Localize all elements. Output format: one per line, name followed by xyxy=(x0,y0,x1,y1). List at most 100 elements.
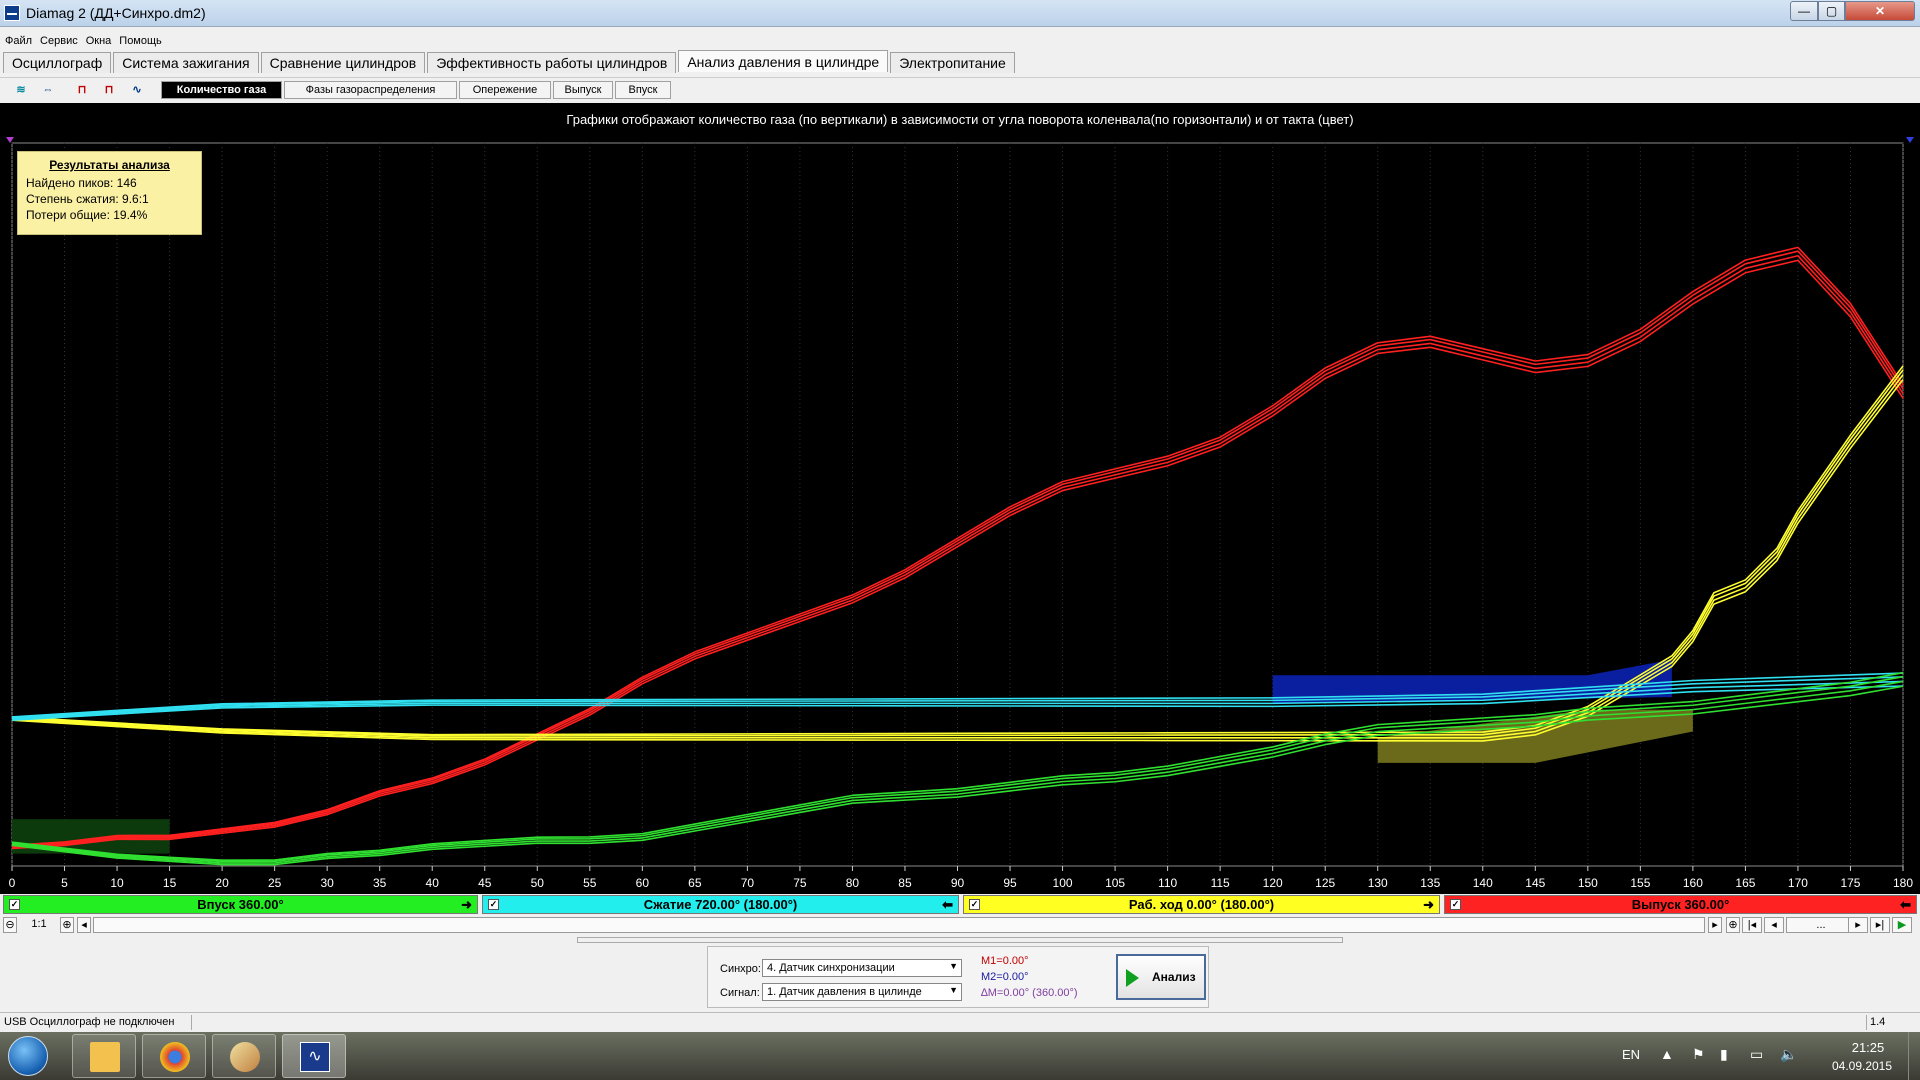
plot-area[interactable]: 0 5 10 15 20 25 30 35 40 45 50 55 60 65 70 75 80 85 90 95 10… xyxy=(0,103,1920,895)
phase-power-label: Раб. ход 0.00° (180.00°) xyxy=(1128,897,1275,912)
power-icon[interactable]: ▮ xyxy=(1720,1046,1728,1063)
subtab-valve-timing[interactable]: Фазы газораспределения xyxy=(284,81,457,99)
menu-service[interactable]: Сервис xyxy=(36,35,82,47)
arrow-left-icon[interactable]: ⬅ xyxy=(942,896,953,913)
horizontal-scrollbar[interactable] xyxy=(93,917,1705,933)
play-button[interactable]: ▶ xyxy=(1892,917,1912,933)
taskbar-chrome[interactable] xyxy=(142,1034,206,1078)
signal-select-value: 1. Датчик давления в цилинде xyxy=(767,986,922,998)
signal-select[interactable]: 1. Датчик давления в цилинде ▼ xyxy=(762,983,962,1001)
phase-compression[interactable]: ✓ Сжатие 720.00° (180.00°) ⬅ xyxy=(482,895,959,914)
tray-expand-icon[interactable]: ▲ xyxy=(1660,1046,1674,1062)
nav-next-button[interactable]: ▸ xyxy=(1848,917,1868,933)
subtab-gas-amount[interactable]: Количество газа xyxy=(161,81,282,99)
results-compression: Степень сжатия: 9.6:1 xyxy=(26,192,149,206)
x-tick-label: 160 xyxy=(1683,876,1703,890)
results-panel: Результаты анализа Найдено пиков: 146 Ст… xyxy=(17,151,202,235)
analyze-button[interactable]: Анализ xyxy=(1116,954,1206,1000)
minimize-button[interactable]: — xyxy=(1790,1,1818,21)
scroll-right-icon[interactable]: ▸ xyxy=(1708,917,1722,933)
results-peaks: Найдено пиков: 146 xyxy=(26,176,137,190)
zoom-in-icon[interactable]: ⊕ xyxy=(1726,917,1740,933)
gas-amount-chart[interactable]: 0 5 10 15 20 25 30 35 40 45 50 55 60 65 70 75 80 85 90 95 10… xyxy=(0,103,1920,895)
zoom-out-icon[interactable]: ⊖ xyxy=(3,917,17,933)
waveform-icon: ∿ xyxy=(300,1042,330,1072)
tray-language[interactable]: EN xyxy=(1622,1047,1640,1062)
panel-splitter[interactable] xyxy=(577,937,1343,943)
marker-m1: M1=0.00° xyxy=(981,955,1029,967)
sync-select[interactable]: 4. Датчик синхронизации ▼ xyxy=(762,959,962,977)
arrow-right-icon[interactable]: ➜ xyxy=(1423,896,1434,913)
browser-icon xyxy=(160,1042,190,1072)
marker-m2: M2=0.00° xyxy=(981,971,1029,983)
x-tick-label: 25 xyxy=(268,876,282,890)
phase-power[interactable]: ✓ Раб. ход 0.00° (180.00°) ➜ xyxy=(963,895,1440,914)
x-tick-label: 60 xyxy=(636,876,650,890)
chevron-down-icon: ▼ xyxy=(949,985,958,995)
main-tabs: Осциллограф Система зажигания Сравнение … xyxy=(3,50,1017,74)
menu-windows[interactable]: Окна xyxy=(82,35,116,47)
x-tick-label: 115 xyxy=(1211,876,1230,890)
tab-power-supply[interactable]: Электропитание xyxy=(890,52,1015,73)
clock-time[interactable]: 21:25 xyxy=(1838,1040,1898,1055)
clock-date[interactable]: 04.09.2015 xyxy=(1822,1059,1902,1073)
sync-select-value: 4. Датчик синхронизации xyxy=(767,962,895,974)
menu-help[interactable]: Помощь xyxy=(115,35,166,47)
arrow-left-icon[interactable]: ⬅ xyxy=(1900,896,1911,913)
subtab-exhaust[interactable]: Выпуск xyxy=(553,81,613,99)
zoom-range-icon[interactable]: ⇔ xyxy=(38,81,58,99)
folder-icon xyxy=(90,1042,120,1072)
chevron-down-icon: ▼ xyxy=(949,961,958,971)
phase-exhaust-checkbox[interactable]: ✓ xyxy=(1450,899,1461,910)
taskbar: ∿ EN ▲ ⚑ ▮ ▭ 🔈 21:25 04.09.2015 xyxy=(0,1032,1920,1080)
zoom-in-icon[interactable]: ⊕ xyxy=(60,917,74,933)
taskbar-paint[interactable] xyxy=(212,1034,276,1078)
phase-power-checkbox[interactable]: ✓ xyxy=(969,899,980,910)
nav-position[interactable]: ... xyxy=(1786,917,1856,933)
tab-ignition[interactable]: Система зажигания xyxy=(113,52,259,73)
marker-delta: ∆M=0.00° (360.00°) xyxy=(981,987,1078,999)
subtab-advance[interactable]: Опережение xyxy=(459,81,551,99)
zoom-fit-icon[interactable]: ≋ xyxy=(11,81,31,99)
sub-toolbar: ≋ ⇔ ⊓ ⊓ ∿ Количество газа Фазы газораспр… xyxy=(0,77,1920,101)
x-tick-label: 170 xyxy=(1788,876,1808,890)
cursor-markers-icon[interactable]: ⊓ xyxy=(72,81,92,99)
network-icon[interactable]: ▭ xyxy=(1750,1046,1763,1063)
arrow-right-icon[interactable]: ➜ xyxy=(461,896,472,913)
phase-intake-checkbox[interactable]: ✓ xyxy=(9,899,20,910)
volume-icon[interactable]: 🔈 xyxy=(1780,1046,1797,1063)
phase-intake[interactable]: ✓ Впуск 360.00° ➜ xyxy=(3,895,478,914)
auto-markers-icon[interactable]: ⊓ xyxy=(99,81,119,99)
phase-compression-label: Сжатие 720.00° (180.00°) xyxy=(643,897,798,912)
maximize-button[interactable]: ▢ xyxy=(1818,1,1845,21)
tab-cylinder-efficiency[interactable]: Эффективность работы цилиндров xyxy=(427,52,677,73)
x-tick-label: 5 xyxy=(61,876,68,890)
status-bar: USB Осциллограф не подключен 1.4 xyxy=(0,1012,1920,1032)
nav-prev-button[interactable]: ◂ xyxy=(1764,917,1784,933)
taskbar-diamag[interactable]: ∿ xyxy=(282,1034,346,1078)
status-version: 1.4 xyxy=(1870,1016,1886,1028)
x-tick-label: 55 xyxy=(583,876,597,890)
scroll-left-icon[interactable]: ◂ xyxy=(77,917,91,933)
show-desktop-button[interactable] xyxy=(1908,1032,1920,1080)
taskbar-explorer[interactable] xyxy=(72,1034,136,1078)
sync-label: Синхро: xyxy=(720,963,761,975)
action-center-icon[interactable]: ⚑ xyxy=(1692,1046,1705,1063)
tab-pressure-analysis[interactable]: Анализ давления в цилиндре xyxy=(678,50,889,72)
envelope-icon[interactable]: ∿ xyxy=(127,81,147,99)
phase-compression-checkbox[interactable]: ✓ xyxy=(488,899,499,910)
x-tick-label: 40 xyxy=(426,876,440,890)
chart-caption: Графики отображают количество газа (по в… xyxy=(566,112,1354,127)
phase-exhaust[interactable]: ✓ Выпуск 360.00° ⬅ xyxy=(1444,895,1917,914)
start-button[interactable] xyxy=(8,1036,48,1076)
status-separator xyxy=(1866,1015,1867,1030)
subtab-intake[interactable]: Впуск xyxy=(615,81,671,99)
tab-cylinder-compare[interactable]: Сравнение цилиндров xyxy=(260,52,426,73)
nav-last-button[interactable]: ▸| xyxy=(1870,917,1890,933)
x-tick-label: 120 xyxy=(1263,876,1283,890)
close-button[interactable]: ✕ xyxy=(1845,1,1915,21)
nav-first-button[interactable]: |◂ xyxy=(1742,917,1762,933)
tab-oscilloscope[interactable]: Осциллограф xyxy=(3,52,112,73)
menu-file[interactable]: Файл xyxy=(0,35,36,47)
x-tick-label: 135 xyxy=(1420,876,1440,890)
